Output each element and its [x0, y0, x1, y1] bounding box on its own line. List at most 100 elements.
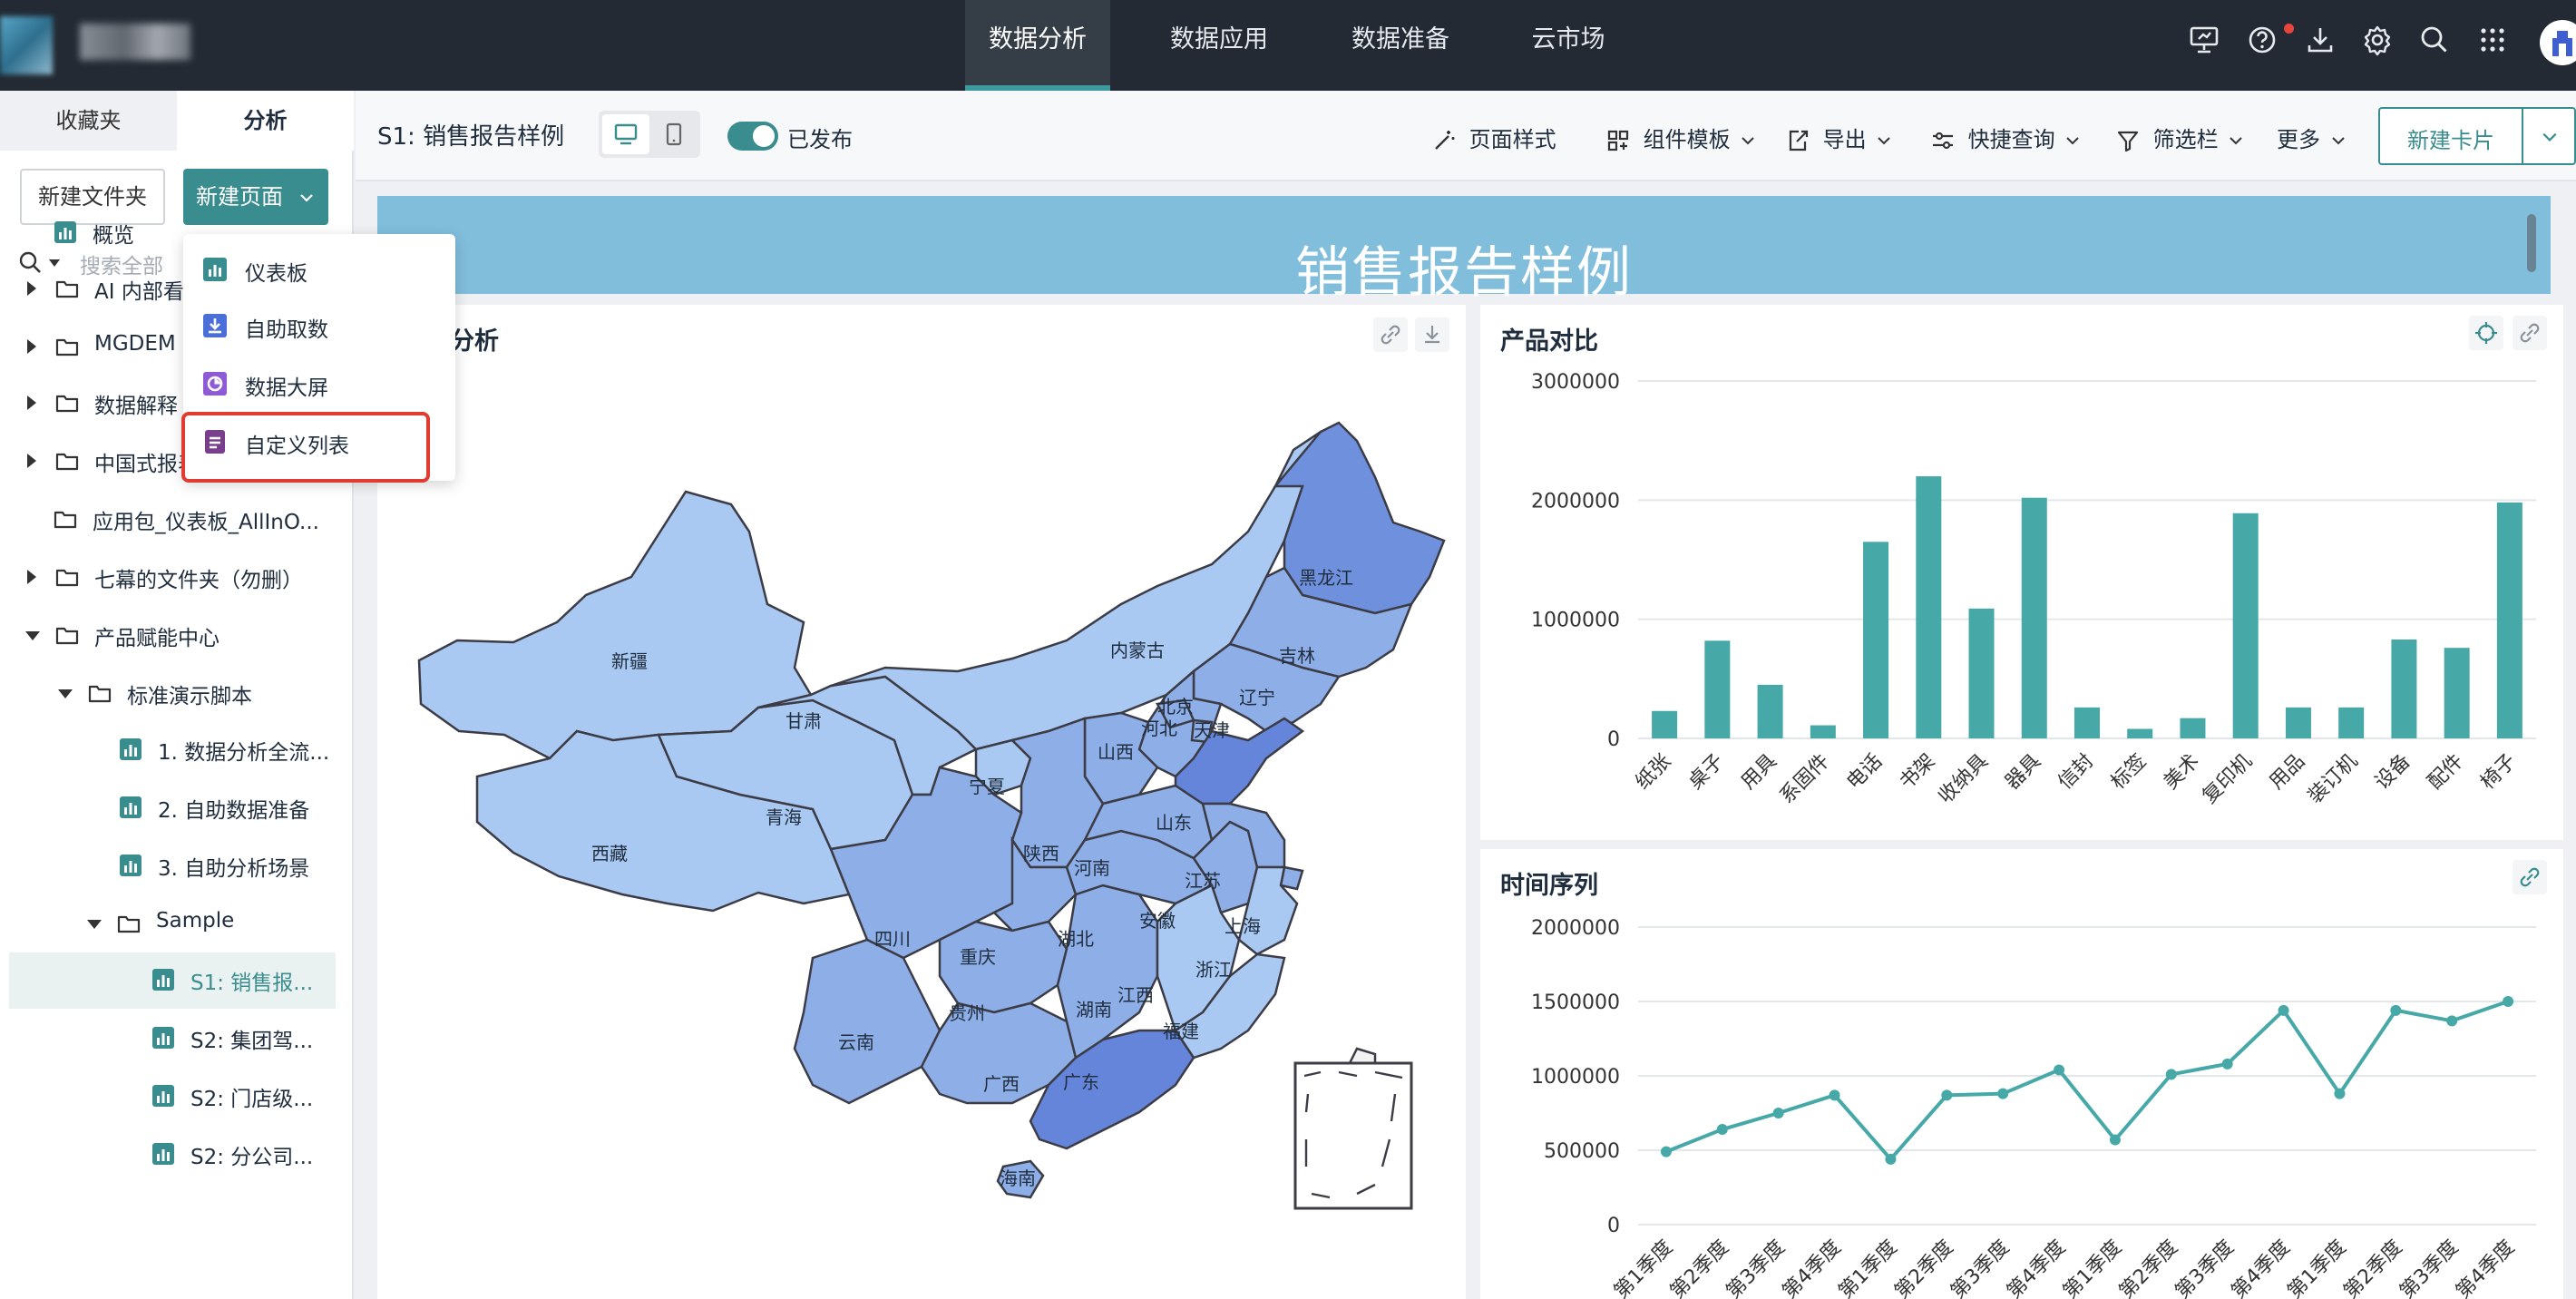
province-label: 宁夏: [969, 776, 1005, 797]
bar[interactable]: [1704, 640, 1731, 738]
bar[interactable]: [2391, 639, 2417, 738]
caret-down-icon[interactable]: [58, 689, 73, 698]
tree-page-9[interactable]: 1. 数据分析全流...: [0, 722, 354, 778]
tree-page-16[interactable]: S2: 分公司...: [0, 1127, 354, 1183]
data-point[interactable]: [2334, 1088, 2346, 1099]
nav-tab-data-prep[interactable]: 数据准备: [1328, 0, 1473, 91]
tree-folder-6[interactable]: 七幕的文件夹（勿删）: [0, 550, 354, 606]
data-point[interactable]: [1829, 1089, 1840, 1101]
data-point[interactable]: [2390, 1004, 2402, 1016]
bar[interactable]: [2338, 707, 2365, 738]
avatar[interactable]: [2540, 20, 2576, 65]
bar[interactable]: [2074, 707, 2100, 738]
export-button[interactable]: 导出: [1785, 122, 1891, 153]
province-guizhou[interactable]: [938, 920, 1068, 1014]
bar[interactable]: [2180, 718, 2206, 738]
caret-right-icon[interactable]: [27, 454, 36, 468]
tree-folder-5[interactable]: 应用包_仪表板_AllInO...: [0, 492, 354, 548]
report-banner: 销售报告样例: [377, 196, 2551, 305]
sidebar-tab-analysis[interactable]: 分析: [177, 91, 354, 151]
bar[interactable]: [1968, 608, 1995, 738]
scrollbar[interactable]: [2527, 214, 2536, 272]
data-point[interactable]: [1772, 1108, 1784, 1118]
caret-right-icon[interactable]: [27, 396, 36, 410]
dashboard-icon: [151, 1141, 176, 1167]
caret-right-icon[interactable]: [27, 570, 36, 584]
caret-down-icon[interactable]: [87, 920, 102, 929]
x-tick-label: 标签: [2107, 750, 2152, 795]
tree-folder-8[interactable]: 标准演示脚本: [0, 666, 354, 722]
menu-item-dashboard[interactable]: 仪表板: [183, 241, 455, 298]
data-point[interactable]: [1660, 1146, 1672, 1157]
component-template-button[interactable]: 组件模板: [1605, 122, 1755, 153]
tree-page-14[interactable]: S2: 集团驾...: [0, 1011, 354, 1067]
data-point[interactable]: [2165, 1069, 2177, 1080]
settings-icon[interactable]: [2361, 24, 2394, 56]
caret-right-icon[interactable]: [27, 281, 36, 296]
presentation-icon[interactable]: [2188, 24, 2220, 56]
quick-query-button[interactable]: 快捷查询: [1930, 122, 2080, 153]
publish-toggle[interactable]: [727, 122, 778, 151]
bar[interactable]: [2444, 648, 2470, 738]
desktop-view-button[interactable]: [602, 114, 649, 154]
help-icon[interactable]: [2246, 24, 2278, 56]
sidebar-tab-favorites[interactable]: 收藏夹: [0, 91, 177, 151]
nav-tab-cloud-market[interactable]: 云市场: [1509, 0, 1627, 91]
tree-page-11[interactable]: 3. 自助分析场景: [0, 838, 354, 894]
data-point[interactable]: [2503, 996, 2514, 1007]
bar[interactable]: [2496, 502, 2522, 738]
caret-down-icon[interactable]: [25, 631, 40, 640]
menu-item-data-screen[interactable]: 数据大屏: [183, 356, 455, 412]
new-card-button[interactable]: 新建卡片: [2380, 122, 2522, 154]
data-point[interactable]: [2278, 1004, 2289, 1016]
bar[interactable]: [2127, 728, 2153, 738]
data-point[interactable]: [2109, 1134, 2121, 1146]
bar[interactable]: [1810, 725, 1836, 738]
apps-grid-icon[interactable]: [2476, 24, 2509, 56]
tree-item-label: S2: 分公司...: [190, 1146, 314, 1169]
data-point[interactable]: [1885, 1153, 1897, 1165]
download-icon[interactable]: [2304, 24, 2337, 56]
page-style-button[interactable]: 页面样式: [1431, 122, 1556, 153]
nav-tab-data-analysis[interactable]: 数据分析: [965, 0, 1110, 91]
export-icon: [1789, 130, 1809, 151]
bar[interactable]: [1916, 476, 1942, 738]
data-point[interactable]: [1997, 1088, 2009, 1099]
bar[interactable]: [2285, 707, 2311, 738]
y-tick-label: 1000000: [1531, 1066, 1620, 1089]
data-point[interactable]: [2054, 1064, 2065, 1076]
x-tick-label: 器具: [2001, 750, 2045, 795]
menu-item-label: 数据大屏: [245, 376, 328, 400]
more-button[interactable]: 更多: [2277, 122, 2346, 153]
mobile-icon[interactable]: [664, 122, 684, 146]
chevron-down-icon[interactable]: [2542, 129, 2558, 145]
tree-folder-7[interactable]: 产品赋能中心: [0, 608, 354, 664]
tree-page-15[interactable]: S2: 门店级...: [0, 1069, 354, 1125]
nav-tab-data-application[interactable]: 数据应用: [1147, 0, 1292, 91]
bar[interactable]: [2021, 497, 2047, 738]
filter-bar-button[interactable]: 筛选栏: [2115, 122, 2243, 153]
bar[interactable]: [1757, 684, 1783, 738]
tree-page-13[interactable]: S1: 销售报...: [9, 952, 336, 1009]
bar[interactable]: [1863, 542, 1889, 738]
tree-folder-12[interactable]: Sample: [0, 896, 354, 952]
tree-item-label: 2. 自助数据准备: [158, 799, 310, 823]
tree-page-10[interactable]: 2. 自助数据准备: [0, 780, 354, 836]
caret-right-icon[interactable]: [27, 339, 36, 354]
data-point[interactable]: [1941, 1089, 1953, 1101]
bar[interactable]: [2232, 513, 2259, 738]
data-point[interactable]: [1716, 1124, 1728, 1136]
logo: [0, 16, 53, 74]
search-icon[interactable]: [2418, 24, 2451, 56]
tree-item-label: 概览: [93, 224, 134, 248]
x-tick-label: 用品: [2265, 750, 2309, 795]
province-label: 北京: [1157, 696, 1194, 718]
x-tick-label: 美术: [2160, 750, 2204, 795]
data-point[interactable]: [2221, 1058, 2233, 1069]
menu-item-self-service-data[interactable]: 自助取数: [183, 298, 455, 354]
province-yunnan[interactable]: [793, 938, 942, 1105]
data-point[interactable]: [2446, 1015, 2458, 1027]
device-toggle[interactable]: [599, 111, 700, 158]
folder-icon: [54, 334, 80, 359]
bar[interactable]: [1652, 710, 1678, 738]
